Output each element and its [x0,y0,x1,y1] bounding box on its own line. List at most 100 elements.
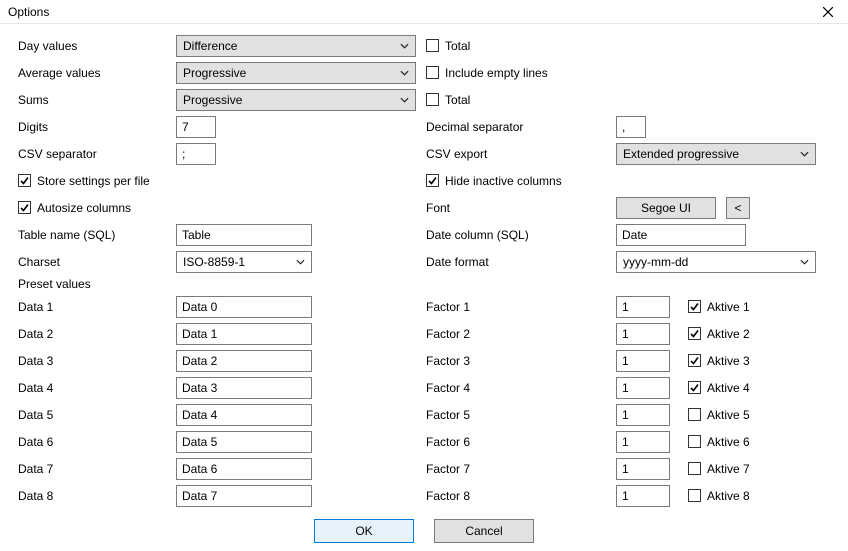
aktive-label: Aktive 3 [707,354,750,368]
date-format-value: yyyy-mm-dd [623,255,688,269]
digits-input[interactable] [176,116,216,138]
aktive-label: Aktive 8 [707,489,750,503]
factor-label: Factor 8 [426,489,616,503]
factor-input[interactable] [616,377,670,399]
data-input[interactable] [176,404,312,426]
factor-input[interactable] [616,431,670,453]
factor-label: Factor 5 [426,408,616,422]
total-checkbox-2[interactable]: Total [426,93,470,107]
chevron-down-icon [800,151,809,157]
preset-values-heading: Preset values [18,277,830,291]
csv-separator-input[interactable] [176,143,216,165]
cancel-button[interactable]: Cancel [434,519,534,543]
factor-label: Factor 6 [426,435,616,449]
data-input[interactable] [176,431,312,453]
chevron-down-icon [400,70,409,76]
data-input[interactable] [176,296,312,318]
date-format-select[interactable]: yyyy-mm-dd [616,251,816,273]
data-input[interactable] [176,485,312,507]
charset-value: ISO-8859-1 [183,255,245,269]
date-format-label: Date format [426,255,616,269]
digits-label: Digits [18,120,176,134]
day-values-select[interactable]: Difference [176,35,416,57]
checkbox-box [688,354,701,367]
sums-value: Progessive [183,93,242,107]
data-input[interactable] [176,377,312,399]
csv-export-label: CSV export [426,147,616,161]
decimal-separator-label: Decimal separator [426,120,616,134]
day-values-value: Difference [183,39,237,53]
autosize-columns-label: Autosize columns [37,201,131,215]
aktive-checkbox[interactable]: Aktive 3 [688,354,750,368]
checkbox-box [688,435,701,448]
aktive-checkbox[interactable]: Aktive 2 [688,327,750,341]
checkbox-box [688,300,701,313]
date-column-input[interactable] [616,224,746,246]
hide-inactive-label: Hide inactive columns [445,174,562,188]
hide-inactive-checkbox[interactable]: Hide inactive columns [426,174,562,188]
chevron-down-icon [400,97,409,103]
aktive-checkbox[interactable]: Aktive 4 [688,381,750,395]
data-label: Data 5 [18,408,176,422]
data-label: Data 1 [18,300,176,314]
font-smaller-button[interactable]: < [726,197,750,219]
font-label: Font [426,201,616,215]
day-values-label: Day values [18,39,176,53]
data-label: Data 7 [18,462,176,476]
aktive-checkbox[interactable]: Aktive 5 [688,408,750,422]
factor-input[interactable] [616,404,670,426]
data-input[interactable] [176,458,312,480]
checkbox-box [688,408,701,421]
font-button[interactable]: Segoe UI [616,197,716,219]
store-settings-checkbox[interactable]: Store settings per file [18,174,150,188]
decimal-separator-input[interactable] [616,116,646,138]
aktive-label: Aktive 7 [707,462,750,476]
ok-button[interactable]: OK [314,519,414,543]
factor-input[interactable] [616,323,670,345]
total-label-2: Total [445,93,470,107]
date-column-label: Date column (SQL) [426,228,616,242]
aktive-checkbox[interactable]: Aktive 1 [688,300,750,314]
aktive-label: Aktive 2 [707,327,750,341]
factor-input[interactable] [616,296,670,318]
sums-label: Sums [18,93,176,107]
factor-input[interactable] [616,485,670,507]
factor-label: Factor 7 [426,462,616,476]
factor-label: Factor 2 [426,327,616,341]
autosize-columns-checkbox[interactable]: Autosize columns [18,201,131,215]
checkbox-box [688,381,701,394]
data-label: Data 4 [18,381,176,395]
aktive-label: Aktive 4 [707,381,750,395]
average-values-select[interactable]: Progressive [176,62,416,84]
average-values-value: Progressive [183,66,246,80]
include-empty-checkbox[interactable]: Include empty lines [426,66,548,80]
factor-label: Factor 4 [426,381,616,395]
checkbox-box [426,39,439,52]
aktive-checkbox[interactable]: Aktive 7 [688,462,750,476]
table-name-input[interactable] [176,224,312,246]
table-name-label: Table name (SQL) [18,228,176,242]
data-label: Data 6 [18,435,176,449]
average-values-label: Average values [18,66,176,80]
data-input[interactable] [176,323,312,345]
data-label: Data 8 [18,489,176,503]
checkbox-box [18,174,31,187]
aktive-checkbox[interactable]: Aktive 8 [688,489,750,503]
sums-select[interactable]: Progessive [176,89,416,111]
csv-separator-label: CSV separator [18,147,176,161]
aktive-label: Aktive 5 [707,408,750,422]
factor-input[interactable] [616,350,670,372]
close-icon[interactable] [814,2,842,22]
checkbox-box [688,327,701,340]
aktive-checkbox[interactable]: Aktive 6 [688,435,750,449]
checkbox-box [18,201,31,214]
data-input[interactable] [176,350,312,372]
checkbox-box [426,93,439,106]
total-label-1: Total [445,39,470,53]
checkbox-box [426,174,439,187]
total-checkbox-1[interactable]: Total [426,39,470,53]
factor-input[interactable] [616,458,670,480]
csv-export-select[interactable]: Extended progressive [616,143,816,165]
chevron-down-icon [800,259,809,265]
charset-select[interactable]: ISO-8859-1 [176,251,312,273]
